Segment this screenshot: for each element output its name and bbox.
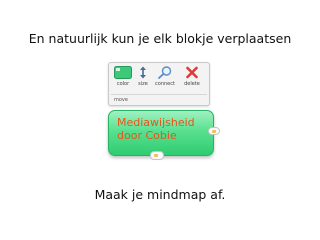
connect-label: connect bbox=[155, 81, 175, 87]
node-text[interactable]: Mediawijsheid door Cobie bbox=[117, 116, 213, 142]
size-arrows-icon bbox=[140, 66, 146, 79]
slide-footer: Maak je mindmap af. bbox=[94, 187, 226, 202]
delete-button[interactable]: delete bbox=[179, 66, 205, 87]
delete-label: delete bbox=[184, 81, 200, 87]
toolbar-divider bbox=[111, 94, 207, 95]
handle-dot-icon bbox=[212, 130, 216, 133]
size-button[interactable]: size bbox=[135, 66, 151, 87]
size-label: size bbox=[138, 81, 148, 87]
mindmap-node[interactable]: Mediawijsheid door Cobie bbox=[108, 110, 214, 156]
node-toolbar: color size connect delete move bbox=[108, 62, 210, 106]
color-swatch-icon bbox=[114, 66, 132, 79]
color-button[interactable]: color bbox=[112, 66, 134, 87]
node-handle-right[interactable] bbox=[208, 127, 220, 135]
node-handle-bottom[interactable] bbox=[150, 151, 164, 160]
move-label[interactable]: move bbox=[114, 97, 128, 103]
handle-dot-icon bbox=[154, 154, 158, 157]
color-label: color bbox=[116, 81, 130, 87]
connect-magnifier-icon bbox=[158, 66, 172, 79]
slide-heading: En natuurlijk kun je elk blokje verplaat… bbox=[28, 31, 292, 46]
delete-x-icon bbox=[186, 66, 198, 79]
connect-button[interactable]: connect bbox=[152, 66, 178, 87]
